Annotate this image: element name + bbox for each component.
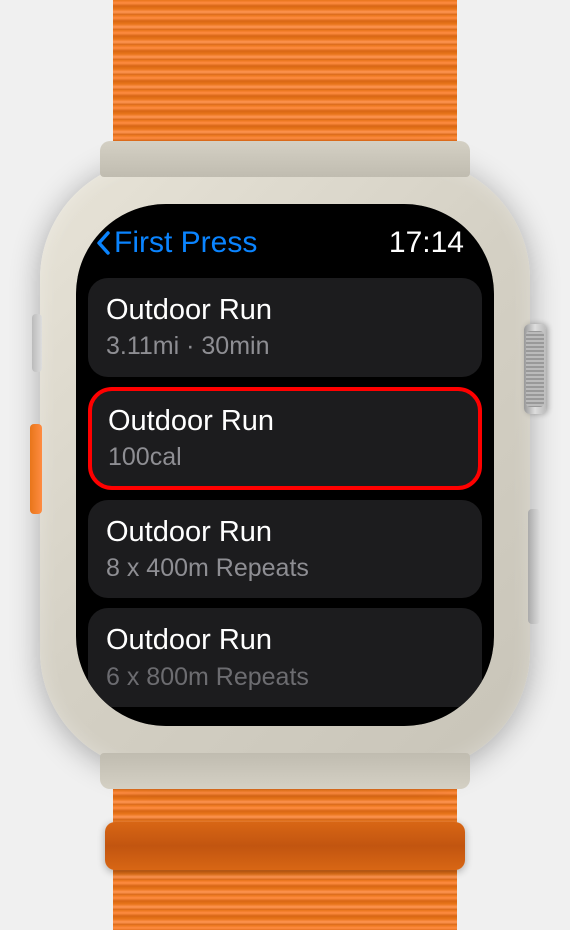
back-button[interactable]: First Press [96,226,257,260]
watch-lug-top [100,141,470,177]
workout-item-1[interactable]: Outdoor Run 100cal [88,387,482,490]
chevron-back-icon [96,231,110,255]
workout-title: Outdoor Run [108,403,462,439]
status-bar: First Press 17:14 [76,204,494,270]
side-button[interactable] [528,509,540,624]
workout-list: Outdoor Run 3.11mi · 30min Outdoor Run 1… [76,270,494,707]
workout-subtitle: 3.11mi · 30min [106,330,464,363]
watch-band-loop [105,822,465,870]
workout-title: Outdoor Run [106,514,464,550]
digital-crown-ridges [526,331,544,407]
watch-body: First Press 17:14 Outdoor Run 3.11mi · 3… [40,159,530,771]
workout-subtitle: 100cal [108,441,462,474]
status-time: 17:14 [389,226,464,260]
workout-subtitle: 6 x 800m Repeats [106,661,464,694]
left-speaker [32,314,42,372]
action-button[interactable] [30,424,42,514]
workout-item-0[interactable]: Outdoor Run 3.11mi · 30min [88,278,482,377]
workout-subtitle: 8 x 400m Repeats [106,552,464,585]
back-label: First Press [114,226,257,260]
workout-item-2[interactable]: Outdoor Run 8 x 400m Repeats [88,500,482,599]
workout-item-3[interactable]: Outdoor Run 6 x 800m Repeats [88,608,482,707]
workout-title: Outdoor Run [106,622,464,658]
watch-screen: First Press 17:14 Outdoor Run 3.11mi · 3… [76,204,494,726]
workout-title: Outdoor Run [106,292,464,328]
watch-lug-bottom [100,753,470,789]
